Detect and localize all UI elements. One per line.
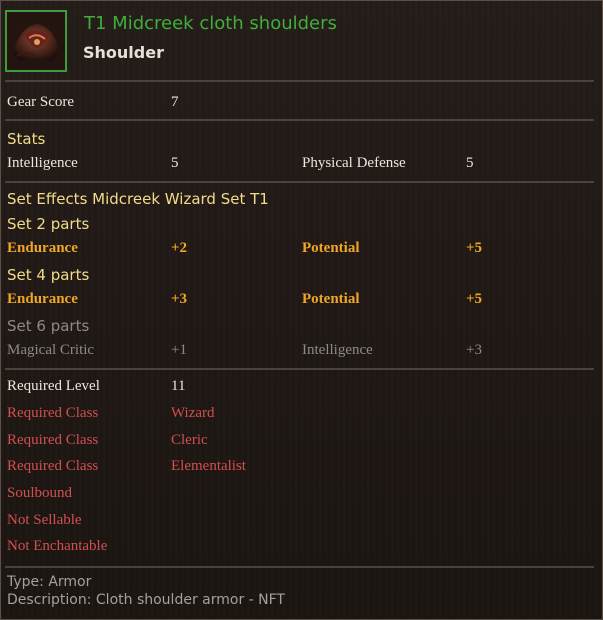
cloth-shoulders-icon-art bbox=[7, 12, 65, 70]
set-bonus-value: +1 bbox=[171, 342, 187, 358]
soulbound-flag: Soulbound bbox=[7, 485, 73, 501]
stat-label: Physical Defense bbox=[302, 155, 406, 171]
requirement-row: Required Class Elementalist bbox=[1, 458, 602, 482]
requirement-row: Required Level 11 bbox=[1, 378, 602, 402]
gear-score-label: Gear Score bbox=[7, 94, 75, 110]
requirement-value: Cleric bbox=[171, 432, 208, 448]
set-bonus-label: Potential bbox=[302, 291, 360, 307]
not-sellable-flag: Not Sellable bbox=[7, 512, 82, 528]
gear-score-row: Gear Score 7 bbox=[1, 94, 602, 118]
stats-heading: Stats bbox=[7, 130, 46, 148]
item-type: Type: Armor bbox=[7, 574, 92, 590]
item-slot: Shoulder bbox=[83, 43, 164, 62]
requirement-label: Required Level bbox=[7, 378, 100, 394]
set-tier-label: Set 4 parts bbox=[7, 266, 90, 284]
item-name: T1 Midcreek cloth shoulders bbox=[84, 13, 337, 34]
divider bbox=[5, 181, 594, 183]
item-description: Description: Cloth shoulder armor - NFT bbox=[7, 592, 285, 608]
set-effects-heading: Set Effects Midcreek Wizard Set T1 bbox=[7, 190, 269, 208]
stat-label: Intelligence bbox=[7, 155, 78, 171]
tooltip-header: T1 Midcreek cloth shoulders Shoulder bbox=[5, 10, 595, 76]
set-bonus-value: +3 bbox=[171, 291, 188, 307]
requirement-value: 11 bbox=[171, 378, 186, 394]
set-bonus-label: Endurance bbox=[7, 240, 78, 256]
set-bonus-value: +3 bbox=[466, 342, 482, 358]
not-enchantable-flag: Not Enchantable bbox=[7, 538, 108, 554]
requirement-value: Wizard bbox=[171, 405, 215, 421]
requirement-row: Required Class Cleric bbox=[1, 432, 602, 456]
requirement-label: Required Class bbox=[7, 432, 99, 448]
requirement-label: Required Class bbox=[7, 458, 99, 474]
set-bonus-row: Endurance +3 Potential +5 bbox=[1, 291, 602, 315]
divider bbox=[5, 368, 594, 370]
requirement-label: Required Class bbox=[7, 405, 99, 421]
set-tier-label: Set 6 parts bbox=[7, 317, 90, 335]
set-bonus-value: +2 bbox=[171, 240, 188, 256]
set-bonus-row: Endurance +2 Potential +5 bbox=[1, 240, 602, 264]
stat-value: 5 bbox=[171, 155, 179, 171]
item-tooltip: T1 Midcreek cloth shoulders Shoulder Gea… bbox=[0, 0, 603, 620]
divider bbox=[5, 80, 594, 82]
set-bonus-value: +5 bbox=[466, 291, 483, 307]
stat-row: Intelligence 5 Physical Defense 5 bbox=[1, 155, 602, 179]
set-tier-label: Set 2 parts bbox=[7, 215, 90, 233]
stat-value: 5 bbox=[466, 155, 474, 171]
divider bbox=[5, 119, 594, 121]
gear-score-value: 7 bbox=[171, 94, 179, 110]
set-bonus-label: Intelligence bbox=[302, 342, 373, 358]
flag-row: Not Sellable bbox=[1, 512, 602, 536]
set-bonus-value: +5 bbox=[466, 240, 483, 256]
set-bonus-label: Endurance bbox=[7, 291, 78, 307]
set-bonus-label: Potential bbox=[302, 240, 360, 256]
flag-row: Not Enchantable bbox=[1, 538, 602, 562]
flag-row: Soulbound bbox=[1, 485, 602, 509]
requirement-value: Elementalist bbox=[171, 458, 246, 474]
divider bbox=[5, 566, 594, 568]
set-bonus-row: Magical Critic +1 Intelligence +3 bbox=[1, 342, 602, 366]
set-bonus-label: Magical Critic bbox=[7, 342, 95, 358]
cloth-shoulders-icon bbox=[5, 10, 67, 72]
requirement-row: Required Class Wizard bbox=[1, 405, 602, 429]
